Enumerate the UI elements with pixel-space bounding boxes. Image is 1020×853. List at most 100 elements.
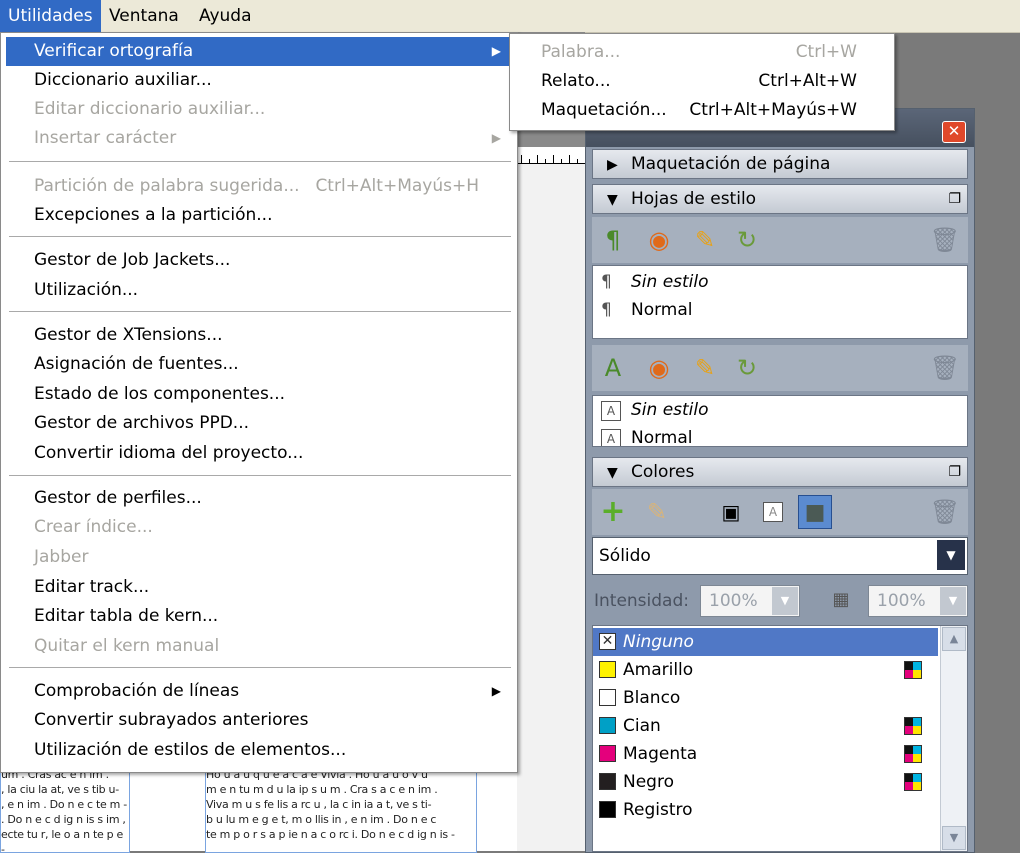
menu-item-gestor-perfiles[interactable]: Gestor de perfiles... [6, 484, 511, 513]
list-item[interactable]: A Normal [593, 424, 967, 446]
duplicate-icon[interactable]: ◉ [642, 351, 676, 385]
submenu-arrow-icon: ▶ [491, 131, 501, 145]
menu-item-crear-indice[interactable]: Crear índice... [6, 513, 511, 542]
color-item-registro[interactable]: Registro [593, 796, 938, 824]
menu-item-particion-sugerida[interactable]: Partición de palabra sugerida... Ctrl+Al… [6, 172, 511, 201]
list-item[interactable]: A Sin estilo [593, 396, 967, 424]
close-icon[interactable]: ✕ [942, 121, 966, 143]
menu-ayuda[interactable]: Ayuda [191, 0, 260, 32]
refresh-icon[interactable]: ↻ [730, 223, 764, 257]
cmyk-process-icon [904, 745, 922, 763]
menu-item-editar-tabla-kern[interactable]: Editar tabla de kern... [6, 602, 511, 631]
submenu-arrow-icon: ▶ [491, 44, 501, 58]
intensity-input[interactable]: 100% ▼ [700, 585, 800, 617]
trash-icon[interactable]: 🗑 [928, 495, 962, 529]
character-style-toolbar: A ◉ ✎ ↻ 🗑 [592, 345, 968, 391]
menu-item-jabber[interactable]: Jabber [6, 543, 511, 572]
horizontal-ruler [517, 147, 587, 164]
intensity-input-2[interactable]: 100% ▼ [868, 585, 968, 617]
frame-line: m e n tu m d u la ip s u m . Cra s a c e… [206, 783, 438, 796]
menu-item-comprobacion-lineas[interactable]: Comprobación de líneas ▶ [6, 677, 511, 706]
dock-icon[interactable]: ❐ [948, 464, 961, 480]
submenu-item-palabra[interactable]: Palabra... Ctrl+W [510, 38, 894, 67]
menu-item-convertir-idioma[interactable]: Convertir idioma del proyecto... [6, 439, 511, 468]
frame-line: , e n im . Do n e c te m - [1, 798, 127, 811]
edit-pencil-icon[interactable]: ✎ [688, 223, 722, 257]
submenu-item-relato[interactable]: Relato... Ctrl+Alt+W [510, 67, 894, 96]
color-item-ninguno[interactable]: ✕ Ninguno [593, 628, 938, 656]
background-color-icon[interactable]: ■ [798, 495, 832, 529]
color-item-cian[interactable]: Cian [593, 712, 938, 740]
color-swatch [599, 801, 616, 818]
scroll-down-icon[interactable]: ▼ [942, 826, 966, 850]
pilcrow-icon: ¶ [601, 300, 612, 320]
duplicate-icon[interactable]: ◉ [642, 223, 676, 257]
text-frame-left[interactable]: um . Cras ac e n im . , la ciu la at, ve… [0, 766, 130, 853]
edit-pencil-icon[interactable]: ✎ [640, 495, 674, 529]
dock-icon[interactable]: ❐ [948, 191, 961, 207]
menu-item-estado-componentes[interactable]: Estado de los componentes... [6, 380, 511, 409]
frame-line: te m p o r s a p ie n a c o rc i. Do n e… [206, 828, 455, 841]
color-item-magenta[interactable]: Magenta [593, 740, 938, 768]
text-color-icon[interactable]: A [756, 495, 790, 529]
menu-separator [9, 236, 511, 238]
frame-line: . Do n e c d ig n is s im , [1, 813, 126, 826]
menu-item-convertir-subrayados[interactable]: Convertir subrayados anteriores [6, 706, 511, 735]
list-item[interactable]: ¶ Normal [593, 296, 967, 324]
colors-palette: ✕ ▶ Maquetación de página ▼ Hojas de est… [585, 108, 975, 853]
color-item-negro[interactable]: Negro [593, 768, 938, 796]
color-swatch [599, 661, 616, 678]
menu-item-asignacion-fuentes[interactable]: Asignación de fuentes... [6, 350, 511, 379]
add-color-icon[interactable]: + [596, 495, 630, 529]
cmyk-process-icon [904, 773, 922, 791]
section-hojas-de-estilo[interactable]: ▼ Hojas de estilo ❐ [592, 184, 968, 214]
menu-item-insertar-caracter[interactable]: Insertar carácter ▶ [6, 124, 511, 153]
document-page-right [517, 163, 587, 851]
character-a-icon: A [601, 424, 621, 446]
section-colores[interactable]: ▼ Colores ❐ [592, 457, 968, 487]
blend-icon[interactable]: ▦ [826, 585, 856, 615]
character-a-icon: A [601, 396, 621, 424]
menu-item-estilos-elementos[interactable]: Utilización de estilos de elementos... [6, 736, 511, 765]
submenu-item-maquetacion[interactable]: Maquetación... Ctrl+Alt+Mayús+W [510, 96, 894, 125]
chevron-down-icon[interactable]: ▼ [772, 587, 798, 615]
menu-separator [9, 311, 511, 313]
frame-line: ecte tu r, le o a n te p e - [1, 828, 123, 853]
frame-line: Viva m u s fe lis a rc u , la c in ia a … [206, 798, 432, 811]
chevron-down-icon[interactable]: ▼ [937, 540, 965, 570]
menu-item-job-jackets[interactable]: Gestor de Job Jackets... [6, 246, 511, 275]
menu-item-gestor-xtensions[interactable]: Gestor de XTensions... [6, 321, 511, 350]
trash-icon[interactable]: 🗑 [928, 223, 962, 257]
color-item-amarillo[interactable]: Amarillo [593, 656, 938, 684]
list-item[interactable]: ¶ Sin estilo [593, 268, 967, 296]
frame-line: , la ciu la at, ve s tib u- [1, 783, 119, 796]
colors-scrollbar[interactable]: ▲ ▼ [940, 626, 967, 851]
menu-item-diccionario-auxiliar[interactable]: Diccionario auxiliar... [6, 66, 511, 95]
menu-item-editar-track[interactable]: Editar track... [6, 573, 511, 602]
frame-color-icon[interactable]: ▣ [714, 495, 748, 529]
text-frame-center[interactable]: Ho u a u q u e a c a e Vivia . Ho u a u … [205, 766, 477, 853]
new-paragraph-style-icon[interactable]: ¶ [596, 223, 630, 257]
menu-item-gestor-ppd[interactable]: Gestor de archivos PPD... [6, 409, 511, 438]
menu-item-editar-diccionario[interactable]: Editar diccionario auxiliar... [6, 95, 511, 124]
menu-item-quitar-kern[interactable]: Quitar el kern manual [6, 632, 511, 661]
fill-type-select[interactable]: Sólido ▼ [592, 537, 968, 575]
menu-item-utilizacion[interactable]: Utilización... [6, 276, 511, 305]
menu-utilidades[interactable]: Utilidades [0, 0, 101, 32]
color-item-blanco[interactable]: Blanco [593, 684, 938, 712]
trash-icon[interactable]: 🗑 [928, 351, 962, 385]
scroll-up-icon[interactable]: ▲ [942, 627, 966, 651]
menu-separator [9, 667, 511, 669]
menu-item-verificar-ortografia[interactable]: Verificar ortografía ▶ [6, 37, 511, 66]
refresh-icon[interactable]: ↻ [730, 351, 764, 385]
menu-item-excepciones-particion[interactable]: Excepciones a la partición... [6, 201, 511, 230]
utilidades-menu: Verificar ortografía ▶ Diccionario auxil… [0, 32, 518, 773]
section-title: Colores [631, 462, 695, 482]
menu-ventana[interactable]: Ventana [101, 0, 187, 32]
new-character-style-icon[interactable]: A [596, 351, 630, 385]
verificar-ortografia-submenu: Palabra... Ctrl+W Relato... Ctrl+Alt+W M… [509, 33, 895, 131]
edit-pencil-icon[interactable]: ✎ [688, 351, 722, 385]
section-maquetacion[interactable]: ▶ Maquetación de página [592, 149, 968, 179]
character-styles-list: A Sin estilo A Normal [592, 395, 968, 447]
chevron-down-icon[interactable]: ▼ [940, 587, 966, 615]
